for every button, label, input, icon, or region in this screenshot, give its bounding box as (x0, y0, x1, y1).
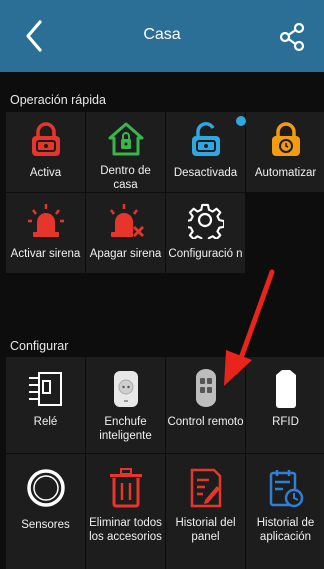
config-tile-historial-app[interactable]: Historial de aplicación (246, 454, 324, 569)
lock-timer-icon (271, 122, 300, 156)
quick-label: Automatizar (254, 167, 317, 179)
home-lock-icon (108, 122, 143, 156)
config-tile-control-remoto[interactable]: Control remoto (166, 357, 245, 453)
config-label: Historial de aplicación (256, 517, 315, 543)
rfid-tag-icon (275, 370, 296, 408)
siren-icon (27, 204, 64, 237)
quick-label: Activa (29, 167, 62, 179)
quick-tile-desactivada[interactable]: Desactivada (166, 112, 245, 192)
quick-label: Apagar sirena (89, 248, 162, 260)
relay-icon (28, 372, 62, 406)
config-label: Control remoto (167, 416, 244, 428)
app-history-icon (269, 470, 303, 508)
quick-tile-activa[interactable]: Activa (6, 112, 85, 192)
config-label: Enchufe inteligente (99, 416, 152, 442)
lock-closed-icon (31, 122, 60, 156)
quick-tile-activar-sirena[interactable]: Activar sirena (6, 193, 85, 273)
trash-icon (109, 468, 142, 508)
top-bar: Casa (0, 0, 324, 72)
config-tile-historial-panel[interactable]: Historial del panel (166, 454, 245, 569)
quick-tile-automatizar[interactable]: Automatizar (246, 112, 324, 192)
siren-off-icon (109, 204, 144, 237)
config-tile-rfid[interactable]: RFID (246, 357, 324, 453)
quick-label: Desactivada (173, 167, 238, 179)
config-section-title: Configurar (10, 339, 69, 353)
notification-dot (236, 116, 246, 126)
config-label: Historial del panel (175, 517, 236, 543)
config-tile-sensores[interactable]: Sensores (6, 454, 85, 569)
quick-label: Activar sirena (10, 248, 81, 260)
remote-control-icon (195, 369, 216, 407)
config-tile-enchufe[interactable]: Enchufe inteligente (86, 357, 165, 453)
config-label: Relé (33, 416, 58, 428)
quick-tile-configuracion[interactable]: Configuració n (166, 193, 245, 273)
smart-plug-icon (113, 371, 138, 407)
config-tile-rele[interactable]: Relé (6, 357, 85, 453)
config-label: Eliminar todos los accesorios (89, 517, 162, 543)
quick-tile-dentro-de-casa[interactable]: Dentro de casa (86, 112, 165, 192)
share-icon[interactable] (278, 22, 306, 52)
lock-open-icon (191, 122, 220, 156)
sensor-ring-icon (26, 469, 65, 507)
config-label: Sensores (21, 519, 70, 531)
quick-tile-apagar-sirena[interactable]: Apagar sirena (86, 193, 165, 273)
panel-history-icon (190, 468, 221, 508)
config-label: RFID (272, 416, 299, 428)
quick-label: Dentro de casa (100, 165, 151, 191)
quick-section-title: Operación rápida (10, 93, 106, 107)
config-tile-eliminar[interactable]: Eliminar todos los accesorios (86, 454, 165, 569)
gear-icon (187, 203, 224, 239)
quick-label: Configuració n (168, 248, 243, 260)
page-title: Casa (143, 26, 181, 43)
